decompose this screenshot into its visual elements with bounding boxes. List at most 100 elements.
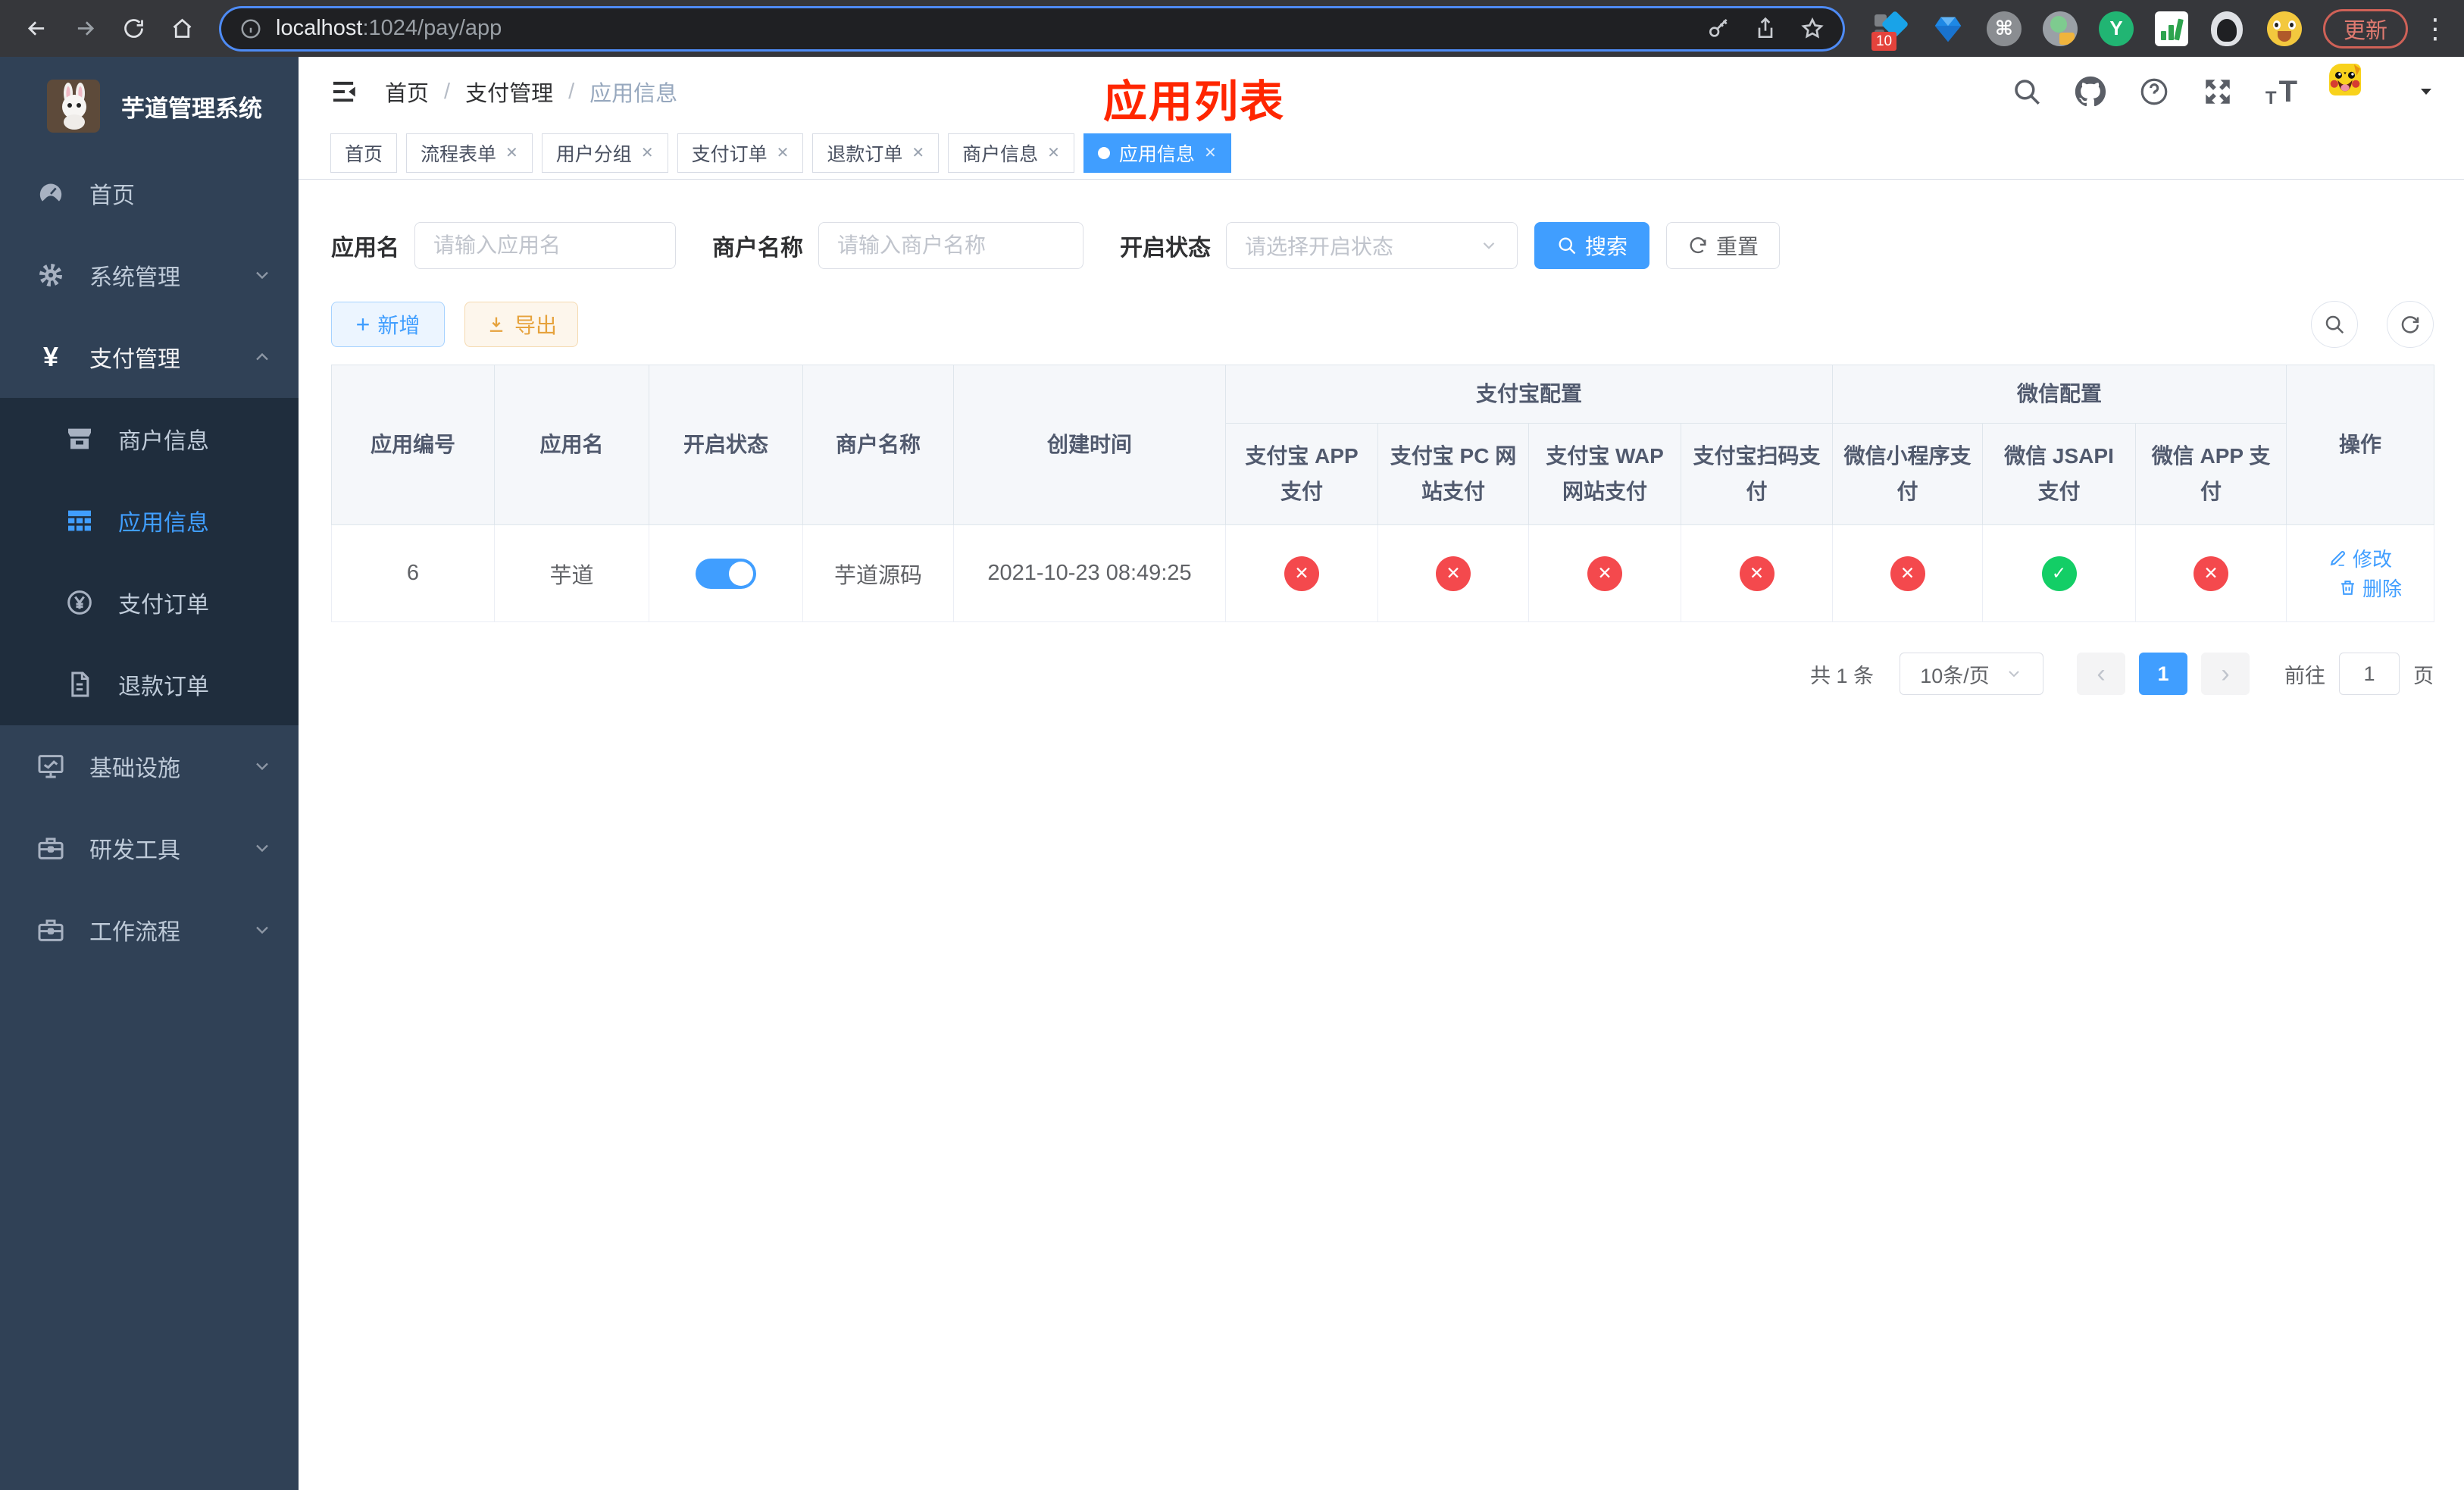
refresh-icon bbox=[1690, 237, 1706, 254]
font-size-icon[interactable]: TT bbox=[2265, 75, 2297, 109]
grid-icon bbox=[61, 506, 98, 536]
breadcrumb-home[interactable]: 首页 bbox=[385, 76, 429, 108]
user-avatar[interactable] bbox=[2329, 64, 2385, 120]
sidebar-item-system[interactable]: 系统管理 bbox=[0, 234, 299, 316]
status-select[interactable]: 请选择开启状态 bbox=[1226, 222, 1518, 269]
reload-icon[interactable] bbox=[112, 8, 155, 50]
page-info-icon[interactable] bbox=[239, 17, 262, 40]
tab-home[interactable]: 首页 bbox=[330, 133, 398, 173]
table-row: 6 芋道 芋道源码 2021-10-23 08:49:25 ✕ ✕ ✕ ✕ ✕ bbox=[331, 524, 2435, 622]
th-app-name: 应用名 bbox=[494, 365, 649, 525]
sidebar-item-label: 基础设施 bbox=[89, 756, 180, 781]
password-key-icon[interactable] bbox=[1706, 17, 1731, 41]
forward-icon[interactable] bbox=[64, 8, 106, 50]
cell-status bbox=[649, 524, 803, 622]
goto-page-input[interactable] bbox=[2339, 653, 2400, 695]
bookmark-star-icon[interactable] bbox=[1800, 17, 1825, 41]
extension-gray-icon[interactable] bbox=[2042, 11, 2078, 46]
document-icon bbox=[61, 669, 98, 700]
github-icon[interactable] bbox=[2075, 76, 2106, 108]
tab-merchant-info[interactable]: 商户信息 ✕ bbox=[948, 133, 1074, 173]
status-toggle[interactable] bbox=[696, 558, 756, 589]
prev-page-button[interactable]: ‹ bbox=[2077, 653, 2125, 695]
toggle-search-button[interactable] bbox=[2311, 301, 2358, 348]
browser-menu-icon[interactable]: ⋮ bbox=[2422, 14, 2449, 42]
home-icon[interactable] bbox=[161, 8, 203, 50]
plus-icon: + bbox=[355, 311, 371, 338]
briefcase-icon bbox=[32, 915, 70, 945]
close-icon[interactable]: ✕ bbox=[1204, 143, 1217, 162]
url-path: :1024/pay/app bbox=[362, 16, 502, 40]
total-count: 共 1 条 bbox=[1809, 664, 1874, 687]
sidebar-item-infrastructure[interactable]: 基础设施 bbox=[0, 725, 299, 807]
chevron-up-icon bbox=[252, 346, 273, 368]
share-icon[interactable] bbox=[1753, 17, 1778, 41]
chevron-down-icon bbox=[252, 265, 273, 286]
tab-pay-order[interactable]: 支付订单 ✕ bbox=[677, 133, 804, 173]
extension-silhouette-icon[interactable] bbox=[2210, 11, 2246, 46]
extension-gem-icon[interactable] bbox=[1931, 11, 1965, 46]
tab-refund-order[interactable]: 退款订单 ✕ bbox=[812, 133, 940, 173]
th-alipay-app: 支付宝 APP 支付 bbox=[1225, 423, 1378, 525]
merchant-name-input[interactable] bbox=[818, 222, 1083, 269]
breadcrumb-separator: / bbox=[568, 79, 575, 104]
close-icon[interactable]: ✕ bbox=[777, 143, 790, 162]
close-icon[interactable]: ✕ bbox=[641, 143, 654, 162]
th-wx-mini: 微信小程序支付 bbox=[1832, 423, 1984, 525]
status-wx-app: ✕ bbox=[2194, 556, 2229, 591]
close-icon[interactable]: ✕ bbox=[1047, 143, 1060, 162]
chevron-down-icon bbox=[252, 756, 273, 777]
sidebar-item-label: 退款订单 bbox=[118, 675, 209, 700]
current-page-button[interactable]: 1 bbox=[2139, 653, 2187, 695]
caret-down-icon[interactable] bbox=[2417, 83, 2435, 101]
address-bar[interactable]: localhost :1024/pay/app bbox=[221, 8, 1843, 49]
tab-app-info[interactable]: 应用信息 ✕ bbox=[1083, 133, 1231, 173]
cell-created: 2021-10-23 08:49:25 bbox=[953, 524, 1226, 622]
status-alipay-wap: ✕ bbox=[1587, 556, 1622, 591]
extension-chart-icon[interactable] bbox=[2154, 11, 2190, 46]
export-button[interactable]: 导出 bbox=[464, 302, 578, 347]
app-logo[interactable]: 芋道管理系统 bbox=[0, 57, 299, 152]
refresh-table-button[interactable] bbox=[2387, 301, 2434, 348]
app-name-input[interactable] bbox=[414, 222, 676, 269]
sidebar-item-payment[interactable]: ¥ 支付管理 bbox=[0, 316, 299, 398]
add-button[interactable]: + 新增 bbox=[331, 302, 445, 347]
monitor-icon bbox=[32, 751, 70, 781]
fullscreen-icon[interactable] bbox=[2202, 76, 2234, 108]
reset-button[interactable]: 重置 bbox=[1666, 222, 1780, 269]
close-icon[interactable]: ✕ bbox=[505, 143, 518, 162]
sidebar-item-dev-tools[interactable]: 研发工具 bbox=[0, 807, 299, 889]
browser-update-button[interactable]: 更新 bbox=[2322, 8, 2408, 49]
sidebar-item-pay-order[interactable]: 支付订单 bbox=[0, 562, 299, 643]
sidebar-item-refund-order[interactable]: 退款订单 bbox=[0, 643, 299, 725]
sidebar-item-workflow[interactable]: 工作流程 bbox=[0, 889, 299, 971]
extension-y-icon[interactable]: Y bbox=[2098, 11, 2134, 46]
th-wechat-group: 微信配置 bbox=[1832, 365, 2287, 424]
search-icon[interactable] bbox=[2011, 76, 2043, 108]
breadcrumb-current: 应用信息 bbox=[589, 82, 678, 106]
sidebar-item-merchant-info[interactable]: 商户信息 bbox=[0, 398, 299, 480]
tab-flow-form[interactable]: 流程表单 ✕ bbox=[406, 133, 533, 173]
close-icon[interactable]: ✕ bbox=[911, 143, 924, 162]
sidebar-fold-icon[interactable] bbox=[327, 76, 359, 108]
th-created: 创建时间 bbox=[953, 365, 1226, 525]
help-icon[interactable] bbox=[2138, 76, 2170, 108]
sidebar-item-home[interactable]: 首页 bbox=[0, 152, 299, 234]
extension-command-icon[interactable]: ⌘ bbox=[1986, 11, 2022, 46]
delete-button[interactable]: 删除 bbox=[2338, 574, 2402, 602]
next-page-button[interactable]: › bbox=[2201, 653, 2250, 695]
extension-blocks-icon[interactable]: 10 bbox=[1871, 10, 1909, 51]
search-button[interactable]: 搜索 bbox=[1534, 222, 1649, 269]
back-icon[interactable] bbox=[15, 8, 58, 50]
status-alipay-qr: ✕ bbox=[1739, 556, 1775, 591]
sidebar-item-app-info[interactable]: 应用信息 bbox=[0, 480, 299, 562]
profile-face-icon[interactable] bbox=[2266, 11, 2302, 46]
tab-user-group[interactable]: 用户分组 ✕ bbox=[541, 133, 668, 173]
page-size-select[interactable]: 10条/页 bbox=[1900, 653, 2043, 695]
status-wx-mini: ✕ bbox=[1890, 556, 1925, 591]
edit-button[interactable]: 修改 bbox=[2328, 544, 2392, 572]
pagination: 共 1 条 10条/页 ‹ 1 › 前往 页 bbox=[331, 653, 2434, 695]
sidebar-item-label: 应用信息 bbox=[118, 511, 209, 536]
breadcrumb-payment[interactable]: 支付管理 bbox=[465, 76, 553, 108]
table-toolbar: + 新增 导出 bbox=[331, 301, 2434, 348]
